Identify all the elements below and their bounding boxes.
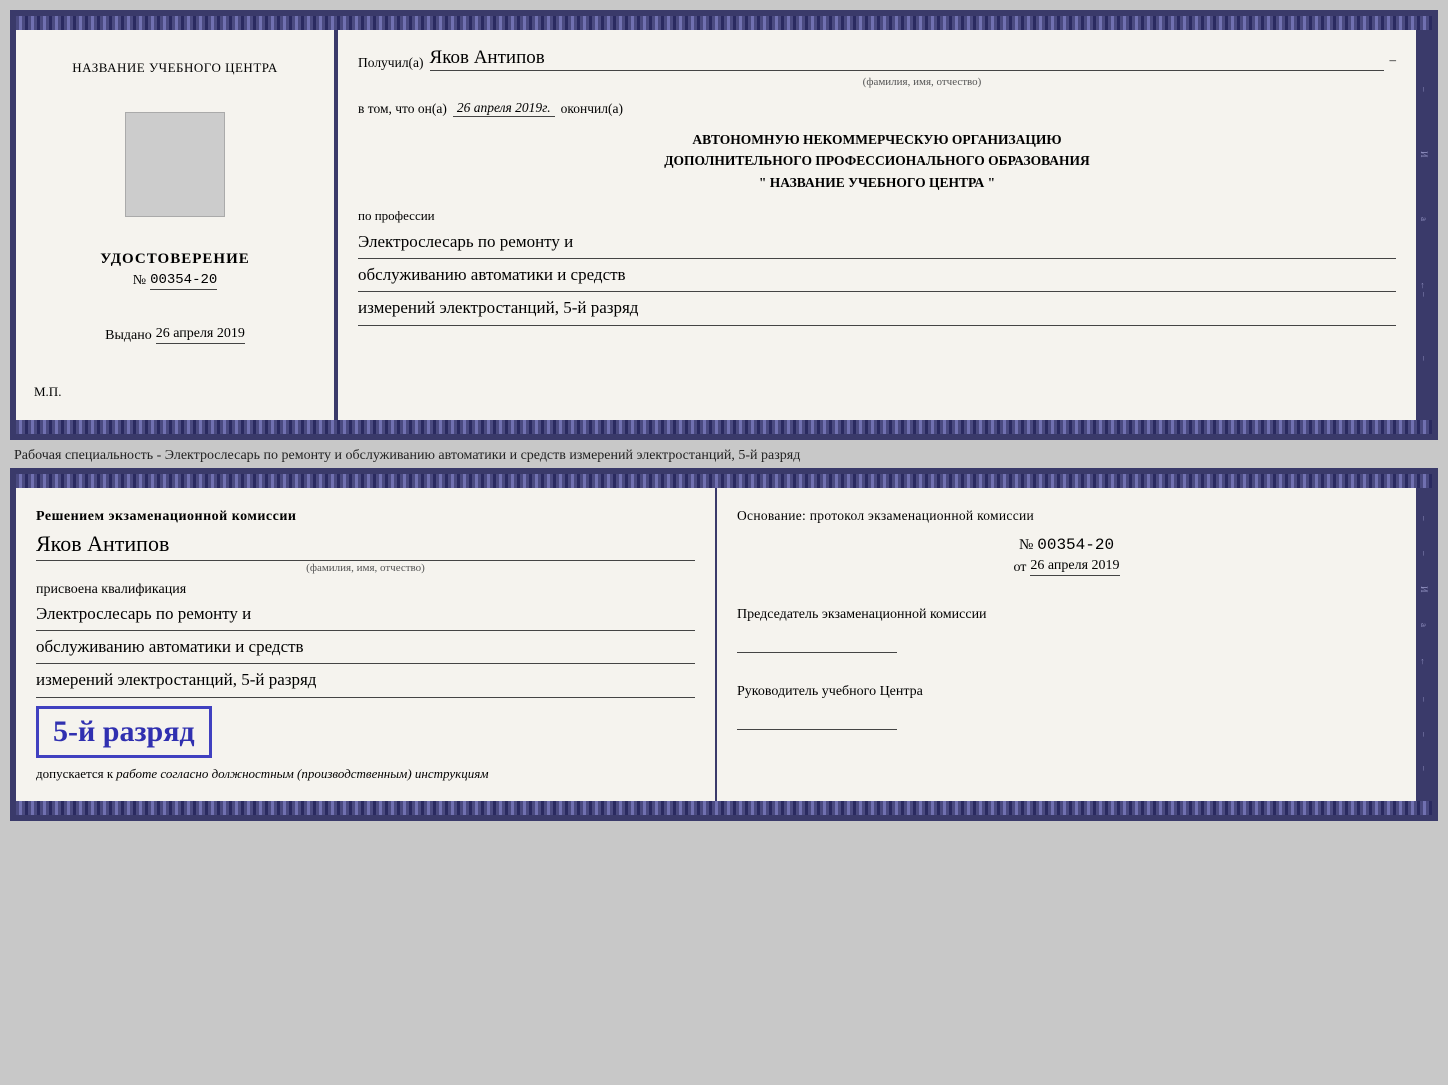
right-side-deco-b7: – [1419,732,1429,739]
right-side-deco: – [1419,87,1429,94]
recipient-name: Яков Антипов [430,48,1384,71]
vtom-label: в том, что он(а) [358,101,447,117]
right-side-deco-b5: ← [1419,657,1429,668]
vydano-date: 26 апреля 2019 [156,326,245,344]
udostoverenie-block: УДОСТОВЕРЕНИЕ № 00354-20 [100,251,250,290]
qual-line3: измерений электростанций, 5-й разряд [36,664,695,697]
person-name-bottom: Яков Антипов [36,529,695,561]
profession-line2: обслуживанию автоматики и средств [358,259,1396,292]
qual-line2: обслуживанию автоматики и средств [36,631,695,664]
cert-image-placeholder [125,112,225,217]
right-side-deco5: – [1419,356,1429,363]
profession-line1: Электрослесарь по ремонту и [358,226,1396,259]
fio-subtitle: (фамилия, имя, отчество) [448,76,1396,88]
okonchil-label: окончил(а) [561,101,623,117]
org-line3: " НАЗВАНИЕ УЧЕБНОГО ЦЕНТРА " [358,172,1396,194]
dopuskaetsya-text: работе согласно должностным (производств… [116,764,488,784]
qual-line1: Электрослесарь по ремонту и [36,598,695,631]
right-side-deco-b6: – [1419,697,1429,704]
osnovanie-label: Основание: протокол экзаменационной коми… [737,506,1396,526]
cert-number-prefix: № [133,273,146,289]
cert-number: 00354-20 [150,272,217,290]
predsedatel-signature [737,633,897,653]
resheniem-title: Решением экзаменационной комиссии [36,506,695,527]
rukovoditel-title: Руководитель учебного Центра [737,681,1396,702]
date-value: 26 апреля 2019г. [453,100,555,117]
org-name-top: НАЗВАНИЕ УЧЕБНОГО ЦЕНТРА [72,58,277,78]
poluchil-label: Получил(а) [358,55,424,71]
dopuskaetsya-label: допускается к [36,764,113,784]
ot-date: 26 апреля 2019 [1030,558,1119,576]
mp-label: М.П. [34,384,61,400]
right-side-deco-b4: а [1419,623,1429,629]
separator-text: Рабочая специальность - Электрослесарь п… [10,440,1438,469]
right-side-deco2: И [1419,151,1429,160]
vydano-label: Выдано [105,328,152,344]
protocol-number: 00354-20 [1037,536,1114,554]
right-side-deco-b2: – [1419,551,1429,558]
org-line1: АВТОНОМНУЮ НЕКОММЕРЧЕСКУЮ ОРГАНИЗАЦИЮ [358,129,1396,151]
predsedatel-title: Председатель экзаменационной комиссии [737,604,1396,625]
po-professii-label: по профессии [358,208,1396,224]
rukovoditel-signature [737,710,897,730]
number-prefix-bottom: № [1019,537,1033,554]
right-side-deco-b8: – [1419,766,1429,773]
org-line2: ДОПОЛНИТЕЛЬНОГО ПРОФЕССИОНАЛЬНОГО ОБРАЗО… [358,150,1396,172]
fio-sub-bottom: (фамилия, имя, отчество) [36,562,695,574]
rank-badge: 5-й разряд [36,706,212,758]
right-side-deco3: а [1419,217,1429,223]
prisvoena-label: присвоена квалификация [36,582,695,598]
right-side-deco-b1: – [1419,516,1429,523]
right-side-deco4: ←– [1419,281,1429,299]
profession-line3: измерений электростанций, 5-й разряд [358,292,1396,325]
right-side-deco-b3: И [1419,586,1429,595]
cert-title: УДОСТОВЕРЕНИЕ [100,251,250,268]
ot-label: от [1013,560,1026,576]
